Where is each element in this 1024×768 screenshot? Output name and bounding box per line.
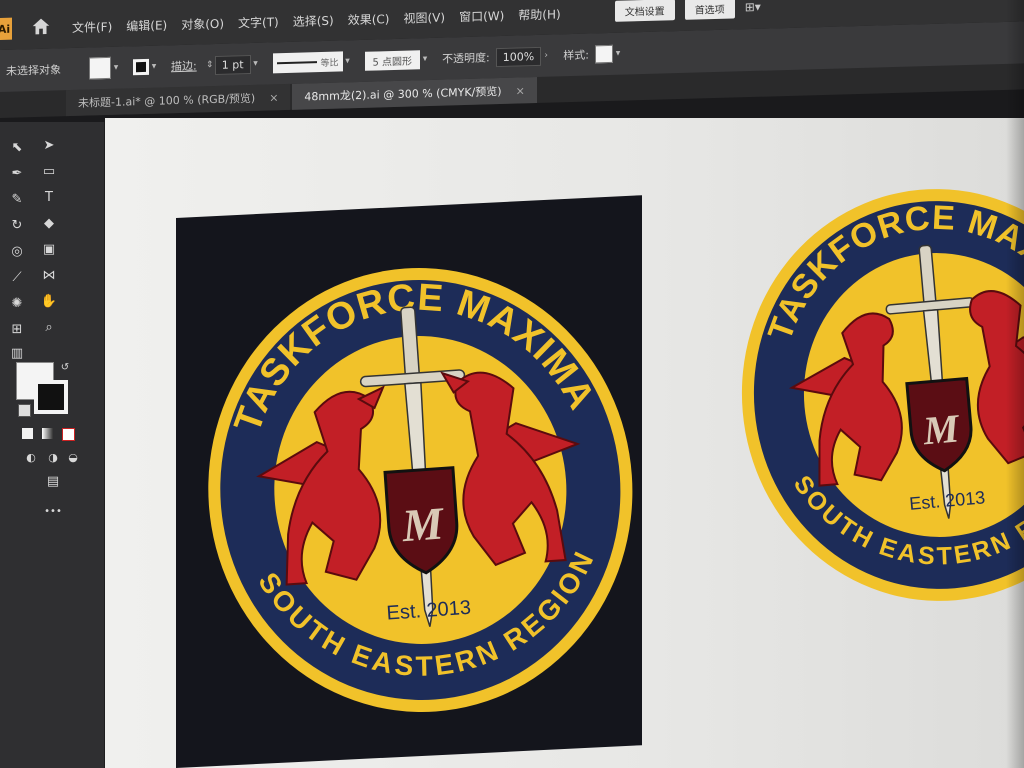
eyedropper-tool-icon[interactable]: ⟋ (8, 268, 26, 286)
hand-tool-icon[interactable]: ✋ (40, 292, 58, 310)
chevron-down-icon[interactable]: ▾ (613, 46, 623, 62)
blend-tool-icon[interactable]: ⋈ (40, 266, 58, 284)
illustrator-window: TASKFORCE MAXIMA SOUTH EASTERN REGION M … (0, 0, 1024, 768)
monitor-edge-shadow (1006, 0, 1024, 768)
menu-help[interactable]: 帮助(H) (518, 5, 560, 23)
rectangle-tool-icon[interactable]: ▭ (40, 162, 58, 180)
badge-logo-dark[interactable]: TASKFORCE MAXIMA SOUTH EASTERN REGION M … (200, 255, 640, 725)
home-icon[interactable] (30, 16, 52, 39)
gradient-mode-icon[interactable] (42, 428, 53, 439)
stepper-icon[interactable]: ⇕ (205, 57, 215, 73)
eraser-tool-icon[interactable]: ◆ (40, 214, 58, 232)
pen-tool-icon[interactable]: ✒ (8, 164, 26, 182)
more-tools-icon[interactable]: ••• (44, 502, 62, 520)
menu-edit[interactable]: 编辑(E) (126, 16, 167, 34)
chevron-down-icon[interactable]: ▾ (343, 53, 353, 69)
badge2-monogram: M (920, 405, 962, 453)
stroke-profile-control[interactable]: 等比 ▾ (272, 51, 353, 74)
menu-object[interactable]: 对象(O) (181, 14, 224, 32)
menu-select[interactable]: 选择(S) (293, 11, 334, 29)
chevron-down-icon[interactable]: ▾ (420, 51, 430, 67)
pencil-tool-icon[interactable]: ✎ (8, 190, 26, 208)
badge-logo-light[interactable]: TASKFORCE MAXIMA SOUTH EASTERN REGION M … (738, 185, 1024, 605)
none-mode-icon[interactable] (62, 428, 75, 441)
draw-normal-icon[interactable]: ◐ (22, 448, 40, 466)
fill-swatch[interactable] (89, 56, 111, 80)
app-logo: Ai (0, 17, 12, 41)
selection-tool-icon[interactable]: ⬉ (8, 138, 26, 156)
fill-control[interactable]: ▾ (89, 56, 121, 80)
opacity-input[interactable]: 100% (495, 46, 542, 67)
menu-file[interactable]: 文件(F) (72, 17, 112, 35)
color-mode-icon[interactable] (22, 428, 33, 439)
zoom-tool-icon[interactable]: ⌕ (40, 318, 58, 336)
chevron-down-icon[interactable]: ▾ (111, 60, 121, 76)
draw-behind-icon[interactable]: ◑ (44, 448, 62, 466)
chevron-down-icon[interactable]: ▾ (149, 59, 159, 75)
preferences-button[interactable]: 首选项 (684, 0, 735, 20)
opacity-label: 不透明度: (442, 51, 490, 66)
close-icon[interactable]: × (516, 84, 525, 97)
chevron-right-icon[interactable]: › (541, 48, 551, 64)
tab-label: 未标题-1.ai* @ 100 % (RGB/预览) (78, 91, 256, 110)
menu-type[interactable]: 文字(T) (238, 13, 279, 31)
type-tool-icon[interactable]: T (40, 188, 58, 206)
style-swatch[interactable] (594, 44, 613, 64)
menu-view[interactable]: 视图(V) (403, 8, 445, 26)
stroke-label[interactable]: 描边: (171, 58, 197, 75)
shape-builder-tool-icon[interactable]: ◎ (8, 242, 26, 260)
stroke-control[interactable]: ▾ (133, 58, 159, 76)
direct-selection-tool-icon[interactable]: ➤ (40, 136, 58, 154)
menu-window[interactable]: 窗口(W) (459, 6, 504, 24)
stroke-swatch[interactable] (34, 380, 68, 414)
document-setup-button[interactable]: 文档设置 (614, 0, 675, 22)
graph-tool-icon[interactable]: ▥ (8, 344, 26, 362)
tools-panel: ⬉ ➤ ✒ ▭ ✎ T ↻ ◆ ◎ ▣ ⟋ ⋈ ✺ ✋ ⊞ ⌕ ▥ ↺ ◐ ◑ … (0, 122, 105, 768)
stroke-profile-select[interactable]: 等比 (272, 51, 343, 74)
main-menu: 文件(F) 编辑(E) 对象(O) 文字(T) 选择(S) 效果(C) 视图(V… (72, 0, 575, 35)
draw-inside-icon[interactable]: ◒ (64, 448, 82, 466)
menubar-right: 文档设置 首选项 ⊞▾ (614, 0, 761, 22)
style-label: 样式: (563, 48, 589, 63)
badge-monogram: M (400, 497, 447, 551)
tab-label: 48mm龙(2).ai @ 300 % (CMYK/预览) (304, 84, 502, 104)
opacity-control[interactable]: 100% › (495, 46, 551, 67)
rotate-tool-icon[interactable]: ↻ (8, 216, 26, 234)
artboard-tool-icon[interactable]: ⊞ (8, 320, 26, 338)
selection-status: 未选择对象 (6, 63, 61, 78)
close-icon[interactable]: × (269, 91, 278, 104)
screen-mode-icon[interactable]: ▤ (44, 472, 62, 490)
stroke-weight-input[interactable]: 1 pt (214, 54, 251, 75)
arrange-documents-icon[interactable]: ⊞▾ (745, 0, 761, 14)
stroke-profile-label: 等比 (320, 58, 339, 69)
stroke-swatch[interactable] (133, 58, 149, 76)
default-colors-icon[interactable] (18, 404, 31, 417)
symbol-sprayer-tool-icon[interactable]: ✺ (8, 294, 26, 312)
chevron-down-icon[interactable]: ▾ (251, 56, 261, 72)
menu-effect[interactable]: 效果(C) (348, 10, 390, 28)
gradient-tool-icon[interactable]: ▣ (40, 240, 58, 258)
brush-select[interactable]: 5 点圆形 (364, 49, 421, 71)
brush-control[interactable]: 5 点圆形 ▾ (364, 49, 431, 71)
style-control[interactable]: ▾ (594, 44, 623, 64)
stroke-weight-control[interactable]: ⇕ 1 pt ▾ (205, 54, 261, 75)
